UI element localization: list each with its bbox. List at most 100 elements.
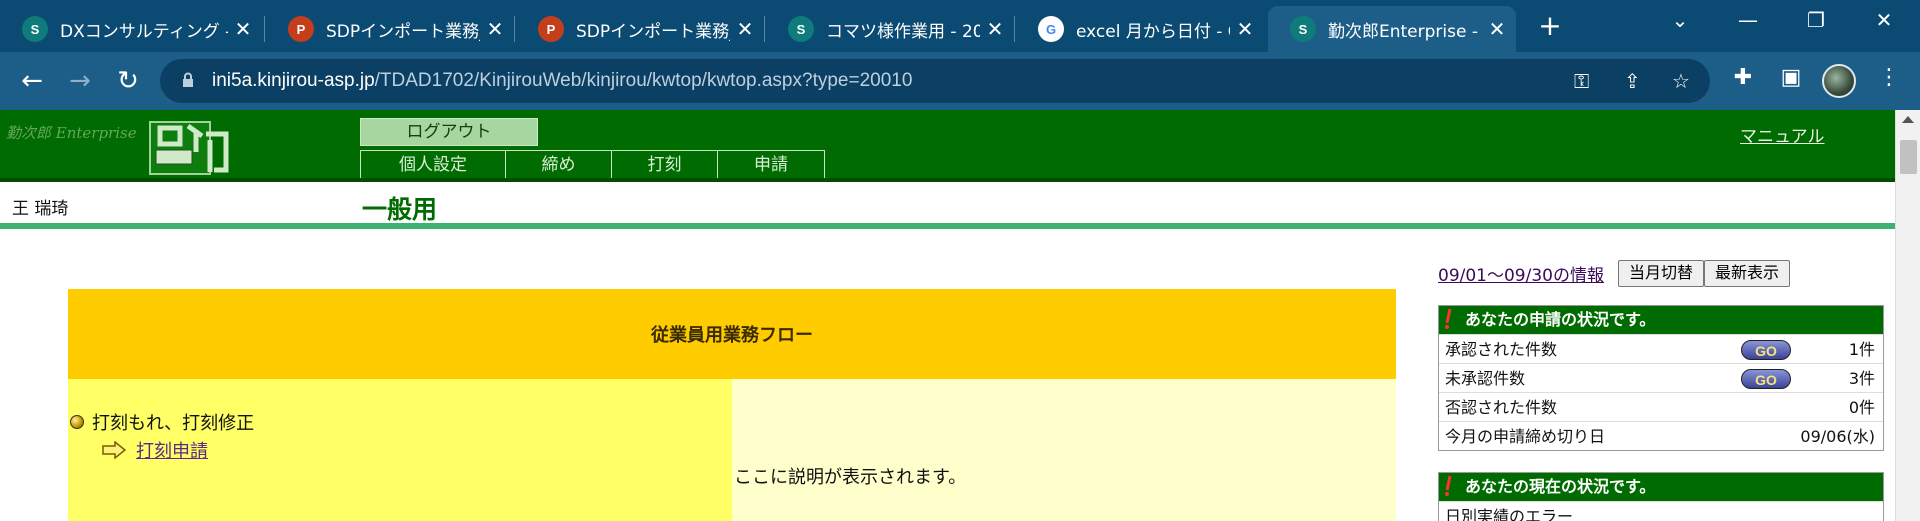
logout-button[interactable]: ログアウト: [360, 118, 538, 146]
new-tab-icon[interactable]: +: [1534, 10, 1566, 42]
manual-link[interactable]: マニュアル: [1740, 122, 1825, 147]
status-row: 今月の申請締め切り日 09/06(水): [1439, 421, 1883, 450]
status-row: 否認された件数 0件: [1439, 392, 1883, 421]
url-field[interactable]: ini5a.kinjirou-asp.jp/TDAD1702/KinjirouW…: [160, 59, 1710, 103]
forward-icon[interactable]: →: [64, 65, 96, 97]
page-title: 一般用: [362, 195, 438, 224]
main-menu: 個人設定 締め 打刻 申請: [360, 150, 825, 180]
status-value: 09/06(水): [1800, 427, 1875, 446]
browser-tab[interactable]: P SDPインポート業務_[ ✕: [516, 6, 764, 52]
close-icon[interactable]: ✕: [1482, 17, 1512, 41]
go-button[interactable]: GO: [1741, 369, 1791, 389]
browser-tab[interactable]: S コマツ様作業用 - 202 ✕: [766, 6, 1014, 52]
share-icon[interactable]: ⇪: [1624, 69, 1641, 93]
lock-icon: [183, 72, 193, 87]
tab-title: コマツ様作業用 - 202: [826, 21, 980, 42]
panel-heading: あなたの現在の状況です。: [1439, 473, 1883, 501]
status-label: 承認された件数: [1445, 340, 1558, 359]
browser-tab[interactable]: S DXコンサルティング - [ ✕: [0, 6, 262, 52]
bookmark-star-icon[interactable]: ☆: [1672, 69, 1690, 93]
title-divider: [0, 223, 1895, 229]
status-row: 承認された件数 GO 1件: [1439, 334, 1883, 363]
sharepoint-icon: S: [1290, 16, 1316, 42]
header-divider: [0, 178, 1895, 182]
status-value: 1件: [1848, 340, 1875, 359]
refresh-button[interactable]: 最新表示: [1704, 260, 1791, 287]
side-panel-icon[interactable]: ▣: [1776, 65, 1806, 90]
kinjirou-logo: [149, 121, 229, 175]
workflow-link-row: 打刻申請: [102, 437, 208, 463]
status-value: 0件: [1848, 398, 1875, 417]
workflow-item: 打刻もれ、打刻修正: [70, 409, 254, 435]
browser-tab-bar: S DXコンサルティング - [ ✕ P SDPインポート業務_[ ✕ P SD…: [0, 0, 1920, 52]
workflow-description-panel: ここに説明が表示されます。: [732, 379, 1396, 521]
sharepoint-icon: S: [22, 16, 48, 42]
arrow-right-icon: [102, 441, 126, 459]
period-info-link[interactable]: 09/01～09/30の情報: [1438, 261, 1604, 286]
status-label: 否認された件数: [1445, 398, 1558, 417]
back-icon[interactable]: ←: [16, 65, 48, 97]
application-status-panel: あなたの申請の状況です。 承認された件数 GO 1件 未承認件数 GO 3件 否…: [1438, 305, 1884, 451]
extensions-icon[interactable]: ✚: [1728, 65, 1758, 90]
restore-icon[interactable]: ❐: [1796, 8, 1836, 32]
web-page: 勤次郎 Enterprise ログアウト 個人設定 締め 打刻 申請 マニュアル…: [0, 110, 1920, 521]
status-row: 日別実績のエラー: [1439, 501, 1883, 521]
tab-title: excel 月から日付 - G: [1076, 21, 1230, 42]
page-scrollbar[interactable]: [1895, 110, 1920, 521]
brand-text: 勤次郎 Enterprise: [6, 124, 137, 142]
browser-tab-active[interactable]: S 勤次郎Enterprise - ✕: [1268, 6, 1516, 52]
window-close-icon[interactable]: ✕: [1864, 8, 1904, 32]
time-stamp-application-link[interactable]: 打刻申請: [136, 437, 208, 463]
url-text: ini5a.kinjirou-asp.jp/TDAD1702/KinjirouW…: [212, 70, 913, 91]
bullet-icon: [70, 415, 84, 429]
sharepoint-icon: S: [788, 16, 814, 42]
workflow-menu-panel: 打刻もれ、打刻修正 打刻申請: [68, 379, 732, 521]
menu-item-closing[interactable]: 締め: [506, 151, 612, 179]
status-value: 3件: [1848, 369, 1875, 388]
status-label: 今月の申請締め切り日: [1445, 427, 1606, 446]
powerpoint-icon: P: [538, 16, 564, 42]
user-name: 王 瑞琦: [12, 199, 69, 219]
avatar[interactable]: [1822, 64, 1856, 98]
status-label: 未承認件数: [1445, 369, 1526, 388]
close-icon[interactable]: ✕: [480, 17, 510, 41]
status-row: 未承認件数 GO 3件: [1439, 363, 1883, 392]
panel-heading: あなたの申請の状況です。: [1439, 306, 1883, 334]
scroll-up-icon[interactable]: [1902, 116, 1914, 123]
minimize-icon[interactable]: —: [1728, 8, 1768, 32]
tab-search-icon[interactable]: ⌄: [1660, 8, 1700, 32]
menu-item-time-stamp[interactable]: 打刻: [612, 151, 718, 179]
info-toolbar: 09/01～09/30の情報 当月切替 最新表示: [1438, 260, 1791, 287]
address-bar: ← → ↻ ini5a.kinjirou-asp.jp/TDAD1702/Kin…: [0, 52, 1920, 110]
current-status-panel: あなたの現在の状況です。 日別実績のエラー: [1438, 472, 1884, 521]
menu-item-personal-settings[interactable]: 個人設定: [361, 151, 506, 179]
browser-tab[interactable]: G excel 月から日付 - G ✕: [1016, 6, 1264, 52]
more-menu-icon[interactable]: ⋮: [1874, 65, 1904, 90]
status-label: 日別実績のエラー: [1445, 507, 1574, 521]
close-icon[interactable]: ✕: [980, 17, 1010, 41]
panel-heading-text: あなたの申請の状況です。: [1465, 310, 1656, 329]
app-header: 勤次郎 Enterprise ログアウト 個人設定 締め 打刻 申請 マニュアル: [0, 110, 1895, 180]
tab-title: DXコンサルティング - [: [60, 21, 228, 42]
close-icon[interactable]: ✕: [1230, 17, 1260, 41]
password-key-icon[interactable]: ⚿: [1574, 69, 1589, 93]
tab-title: SDPインポート業務_[: [576, 21, 730, 42]
close-icon[interactable]: ✕: [228, 17, 258, 41]
google-icon: G: [1038, 16, 1064, 42]
switch-month-button[interactable]: 当月切替: [1617, 260, 1704, 287]
reload-icon[interactable]: ↻: [112, 65, 144, 97]
powerpoint-icon: P: [288, 16, 314, 42]
browser-tab[interactable]: P SDPインポート業務_[ ✕: [266, 6, 514, 52]
panel-heading-text: あなたの現在の状況です。: [1465, 477, 1656, 496]
workflow-heading: 従業員用業務フロー: [68, 289, 1396, 379]
exclamation-icon: [1445, 308, 1452, 329]
go-button[interactable]: GO: [1741, 340, 1791, 360]
workflow-item-label: 打刻もれ、打刻修正: [92, 413, 255, 434]
exclamation-icon: [1445, 475, 1452, 496]
scroll-thumb[interactable]: [1900, 140, 1917, 174]
tab-title: 勤次郎Enterprise -: [1328, 21, 1478, 42]
menu-item-application[interactable]: 申請: [718, 151, 824, 179]
description-text: ここに説明が表示されます。: [734, 467, 967, 488]
close-icon[interactable]: ✕: [730, 17, 760, 41]
tab-title: SDPインポート業務_[: [326, 21, 480, 42]
